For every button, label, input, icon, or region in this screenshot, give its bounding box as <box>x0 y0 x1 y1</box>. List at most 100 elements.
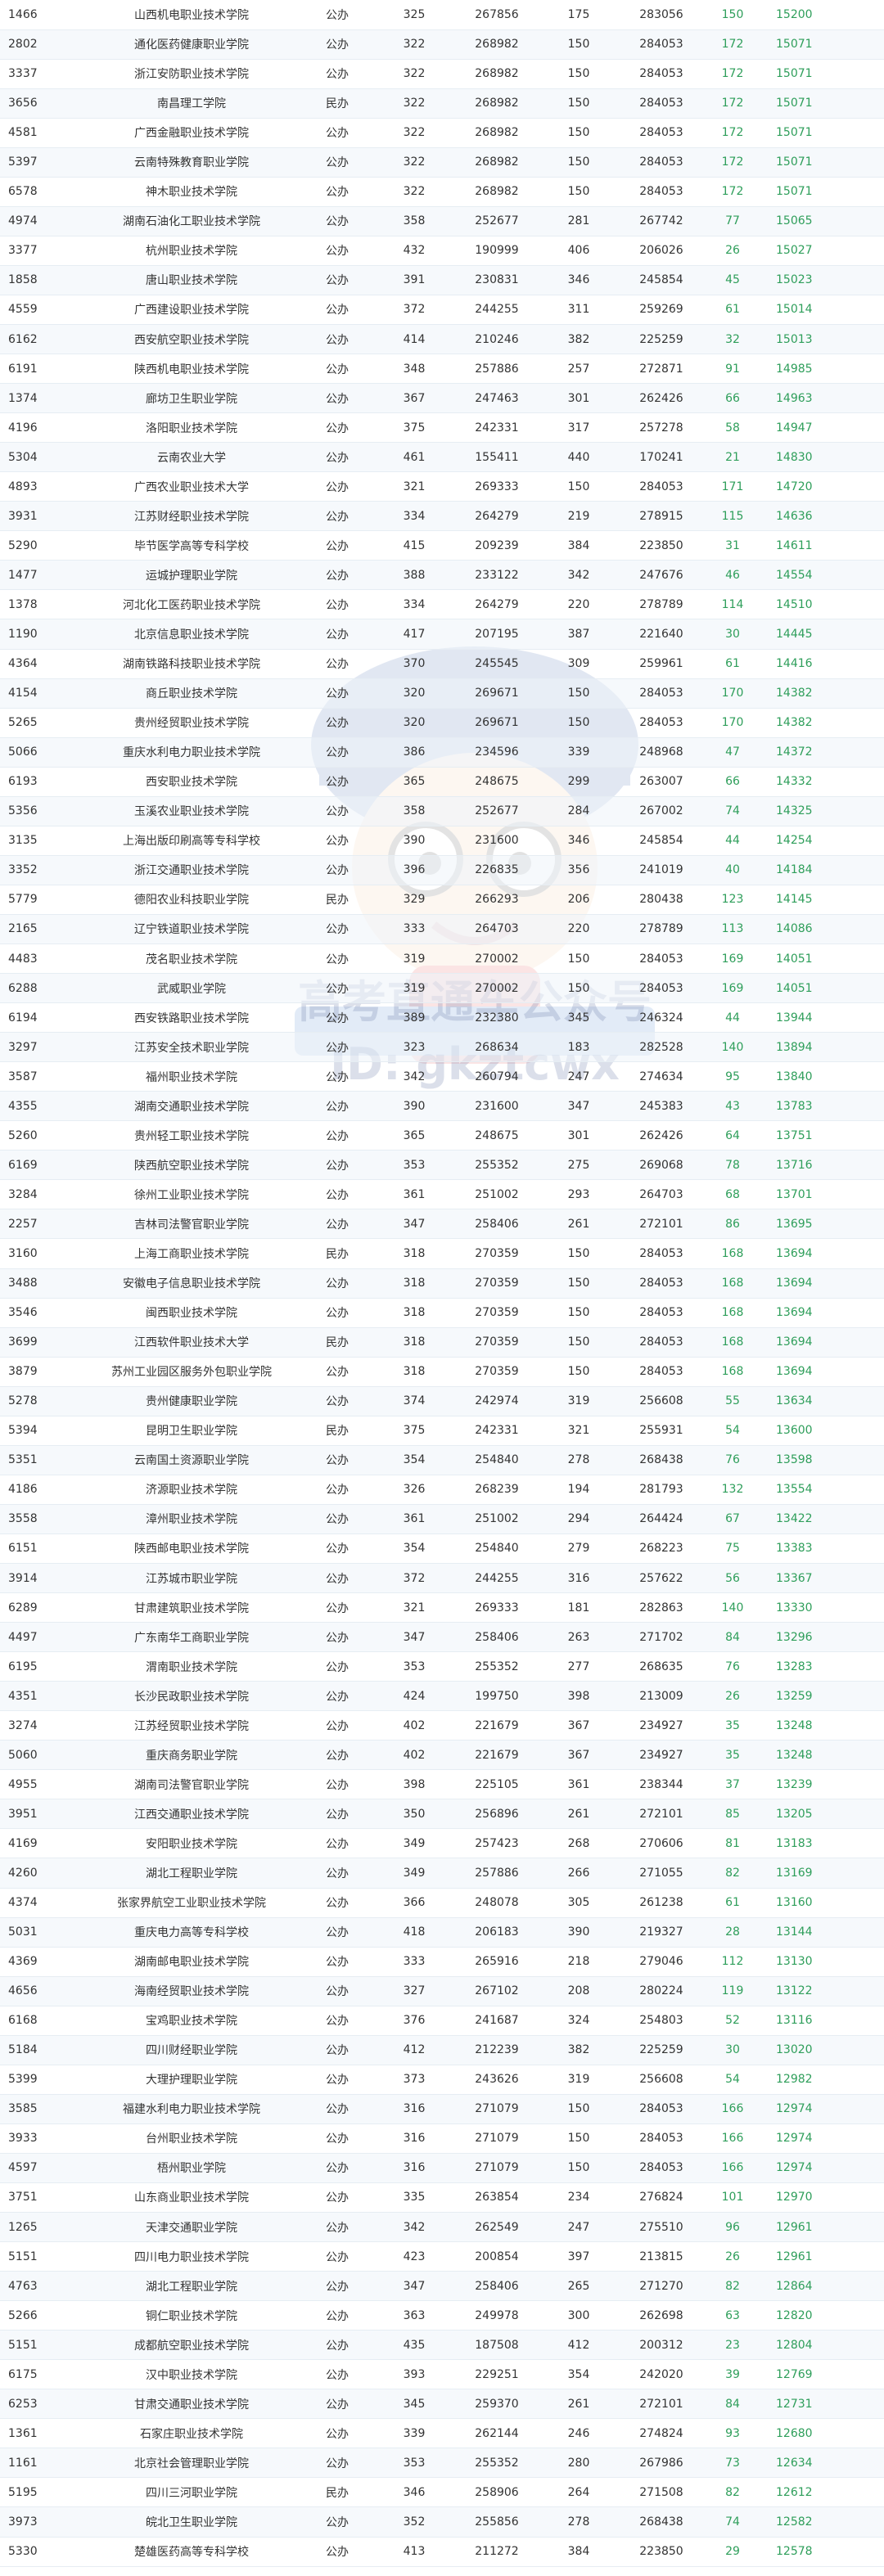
rank-diff-cell: 14510 <box>758 589 884 620</box>
school-name-cell: 铜仁职业技术学院 <box>85 2300 298 2331</box>
rank-cell: 242974 <box>452 1386 542 1416</box>
code-cell: 5290 <box>0 530 85 561</box>
rank-cell: 257423 <box>452 1828 542 1859</box>
ownership-cell: 公办 <box>298 2448 377 2479</box>
ownership-cell: 公办 <box>298 767 377 797</box>
rank-cell: 230831 <box>452 265 542 295</box>
rank-diff-cell: 15071 <box>758 88 884 119</box>
score-diff-cell: 78 <box>707 1150 758 1181</box>
score-cell: 389 <box>377 1002 452 1034</box>
code-cell: 3656 <box>0 88 85 119</box>
rank-diff-cell: 12612 <box>758 2477 884 2508</box>
ownership-cell: 公办 <box>298 914 377 945</box>
table-row: 3284 徐州工业职业技术学院 公办 361 251002 293 264703 68 1370… <box>0 1179 884 1210</box>
table-row: 4497 广东南华工商职业学院 公办 347 258406 263 271702 84 1329… <box>0 1622 884 1653</box>
rank-cell: 206183 <box>452 1917 542 1948</box>
score-cell: 412 <box>377 2035 452 2065</box>
min-score-cell: 175 <box>542 0 616 30</box>
min-rank-cell: 267986 <box>616 2448 707 2479</box>
min-rank-cell: 267002 <box>616 796 707 826</box>
score-diff-cell: 74 <box>707 796 758 826</box>
rank-diff-cell: 13122 <box>758 1976 884 2006</box>
score-diff-cell: 63 <box>707 2300 758 2331</box>
min-rank-cell: 223850 <box>616 530 707 561</box>
school-name-cell: 福州职业技术学院 <box>85 1061 298 1092</box>
min-score-cell: 384 <box>542 2537 616 2567</box>
rank-diff-cell: 14554 <box>758 560 884 591</box>
min-rank-cell: 234927 <box>616 1710 707 1741</box>
score-diff-cell: 26 <box>707 2241 758 2272</box>
table-row: 1265 天津交通职业学院 公办 342 262549 247 275510 96 12961 <box>0 2212 884 2243</box>
code-cell: 3337 <box>0 59 85 89</box>
min-rank-cell: 268223 <box>616 1533 707 1564</box>
rank-cell: 221679 <box>452 1710 542 1741</box>
school-name-cell: 洛阳职业技术学院 <box>85 412 298 444</box>
code-cell: 4763 <box>0 2271 85 2302</box>
ownership-cell: 公办 <box>298 2182 377 2213</box>
ownership-cell: 公办 <box>298 2035 377 2065</box>
min-score-cell: 382 <box>542 2035 616 2065</box>
score-cell: 318 <box>377 1327 452 1358</box>
school-name-cell: 西安职业技术学院 <box>85 767 298 797</box>
school-name-cell: 南昌理工学院 <box>85 88 298 119</box>
rank-cell: 257886 <box>452 354 542 385</box>
school-name-cell: 徐州工业职业技术学院 <box>85 1179 298 1210</box>
rank-diff-cell: 15013 <box>758 324 884 355</box>
school-name-cell: 湖北工程职业学院 <box>85 2271 298 2302</box>
min-rank-cell: 284053 <box>616 59 707 89</box>
rank-cell: 268982 <box>452 147 542 178</box>
min-rank-cell: 241019 <box>616 855 707 885</box>
table-row: 6194 西安铁路职业技术学院 公办 389 232380 345 246324 44 1394… <box>0 1002 884 1034</box>
ownership-cell: 公办 <box>298 265 377 295</box>
rank-diff-cell: 12578 <box>758 2537 884 2567</box>
min-rank-cell: 280438 <box>616 885 707 915</box>
rank-cell: 242331 <box>452 1416 542 1446</box>
min-score-cell: 150 <box>542 678 616 709</box>
ownership-cell: 公办 <box>298 1769 377 1800</box>
table-row: 3931 江苏财经职业技术学院 公办 334 264279 219 278915 115 146… <box>0 501 884 532</box>
rank-cell: 270359 <box>452 1268 542 1299</box>
min-score-cell: 247 <box>542 2212 616 2243</box>
score-diff-cell: 35 <box>707 1740 758 1771</box>
code-cell: 3585 <box>0 2094 85 2124</box>
score-diff-cell: 73 <box>707 2448 758 2479</box>
code-cell: 4974 <box>0 206 85 236</box>
code-cell: 4559 <box>0 295 85 326</box>
table-body: 1466 山西机电职业技术学院 公办 325 267856 175 283056 150 152… <box>0 0 884 2567</box>
rank-diff-cell: 12804 <box>758 2330 884 2361</box>
min-score-cell: 301 <box>542 1120 616 1151</box>
table-row: 6193 西安职业技术学院 公办 365 248675 299 263007 66 14332 <box>0 767 884 797</box>
min-score-cell: 382 <box>542 324 616 355</box>
score-cell: 402 <box>377 1710 452 1741</box>
score-cell: 321 <box>377 471 452 502</box>
rank-cell: 262549 <box>452 2212 542 2243</box>
rank-cell: 269671 <box>452 708 542 738</box>
rank-cell: 255352 <box>452 1150 542 1181</box>
code-cell: 3751 <box>0 2182 85 2213</box>
score-cell: 388 <box>377 560 452 591</box>
rank-cell: 267102 <box>452 1976 542 2006</box>
rank-cell: 268982 <box>452 88 542 119</box>
table-row: 3751 山东商业职业技术学院 公办 335 263854 234 276824 101 129… <box>0 2182 884 2213</box>
table-row: 5266 铜仁职业技术学院 公办 363 249978 300 262698 63 12820 <box>0 2300 884 2331</box>
min-rank-cell: 284053 <box>616 1357 707 1387</box>
score-diff-cell: 76 <box>707 1445 758 1475</box>
min-rank-cell: 272871 <box>616 354 707 385</box>
ownership-cell: 公办 <box>298 354 377 385</box>
table-row: 5397 云南特殊教育职业学院 公办 322 268982 150 284053 172 150… <box>0 147 884 178</box>
score-cell: 376 <box>377 2006 452 2036</box>
table-row: 6289 甘肃建筑职业技术学院 公办 321 269333 181 282863 140 133… <box>0 1592 884 1624</box>
rank-diff-cell: 13600 <box>758 1416 884 1446</box>
score-diff-cell: 169 <box>707 943 758 975</box>
score-cell: 319 <box>377 943 452 975</box>
code-cell: 3699 <box>0 1327 85 1358</box>
min-rank-cell: 264424 <box>616 1504 707 1534</box>
rank-diff-cell: 14830 <box>758 442 884 473</box>
score-diff-cell: 32 <box>707 324 758 355</box>
code-cell: 6194 <box>0 1002 85 1034</box>
code-cell: 1361 <box>0 2418 85 2449</box>
score-diff-cell: 170 <box>707 678 758 709</box>
table-row: 1161 北京社会管理职业学院 公办 353 255352 280 267986 73 1263… <box>0 2448 884 2479</box>
code-cell: 6169 <box>0 1150 85 1181</box>
score-cell: 333 <box>377 1947 452 1977</box>
